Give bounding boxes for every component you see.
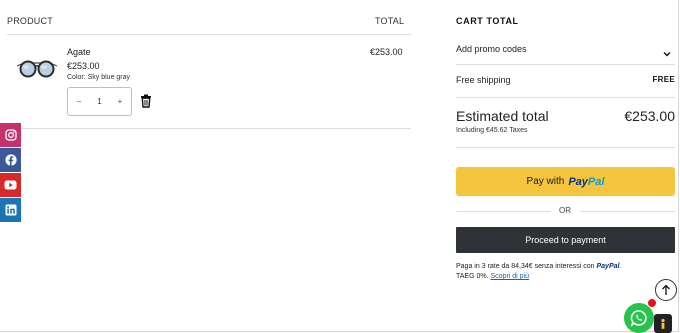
shipping-divider [456,97,675,98]
taxes-note: Including €45.62 Taxes [456,127,528,134]
notification-badge [647,298,657,308]
facebook-icon[interactable] [0,148,21,172]
column-header-product: PRODUCT [7,16,53,26]
shipping-value: FREE [652,75,675,84]
or-divider-left [456,211,551,212]
whatsapp-icon [630,310,647,327]
shipping-label: Free shipping [456,75,511,85]
trash-icon[interactable] [140,94,152,108]
promo-divider [456,64,675,65]
paypal-button[interactable]: Pay with PayPal [456,167,675,196]
product-name[interactable]: Agate [67,47,91,57]
paypal-logo: PayPal [568,175,605,188]
accessibility-icon[interactable] [654,314,672,333]
proceed-to-payment-button[interactable]: Proceed to payment [456,227,675,253]
product-price: €253.00 [67,61,100,71]
youtube-icon[interactable] [0,173,21,197]
column-header-total: TOTAL [375,16,405,26]
paypal-prefix: Pay with [526,176,565,187]
decrement-button[interactable]: – [74,97,84,106]
instagram-icon[interactable] [0,123,21,147]
estimated-total-label: Estimated total [456,108,549,124]
paylater-taeg: TAEG 0%. [456,273,489,280]
item-divider [7,128,411,129]
product-variant: Color: Sky blue gray [67,74,131,81]
total-divider [456,147,675,148]
chevron-down-icon[interactable] [663,45,671,57]
paylater-text: Paga in 3 rate da 84,34€ senza interessi… [456,263,595,270]
quantity-value[interactable]: 1 [97,97,101,106]
or-divider-right [580,211,675,212]
estimated-total-value: €253.00 [624,108,675,124]
promo-code-toggle[interactable]: Add promo codes [456,44,527,54]
header-divider [7,34,411,35]
paylater-learn-more-link[interactable]: Scopri di più [491,273,530,280]
page-frame [0,0,679,332]
increment-button[interactable]: + [115,97,125,106]
quantity-stepper[interactable]: – 1 + [67,87,132,116]
arrow-up-icon [662,284,670,295]
or-label: OR [559,206,571,215]
cart-total-title: CART TOTAL [456,16,519,26]
paylater-message: Paga in 3 rate da 84,34€ senza interessi… [456,263,622,280]
linkedin-icon[interactable] [0,198,21,222]
line-total: €253.00 [370,47,403,57]
paylater-brand: PayPal [596,263,620,270]
sunglasses-icon[interactable] [14,52,60,84]
scroll-to-top-button[interactable] [655,279,677,301]
